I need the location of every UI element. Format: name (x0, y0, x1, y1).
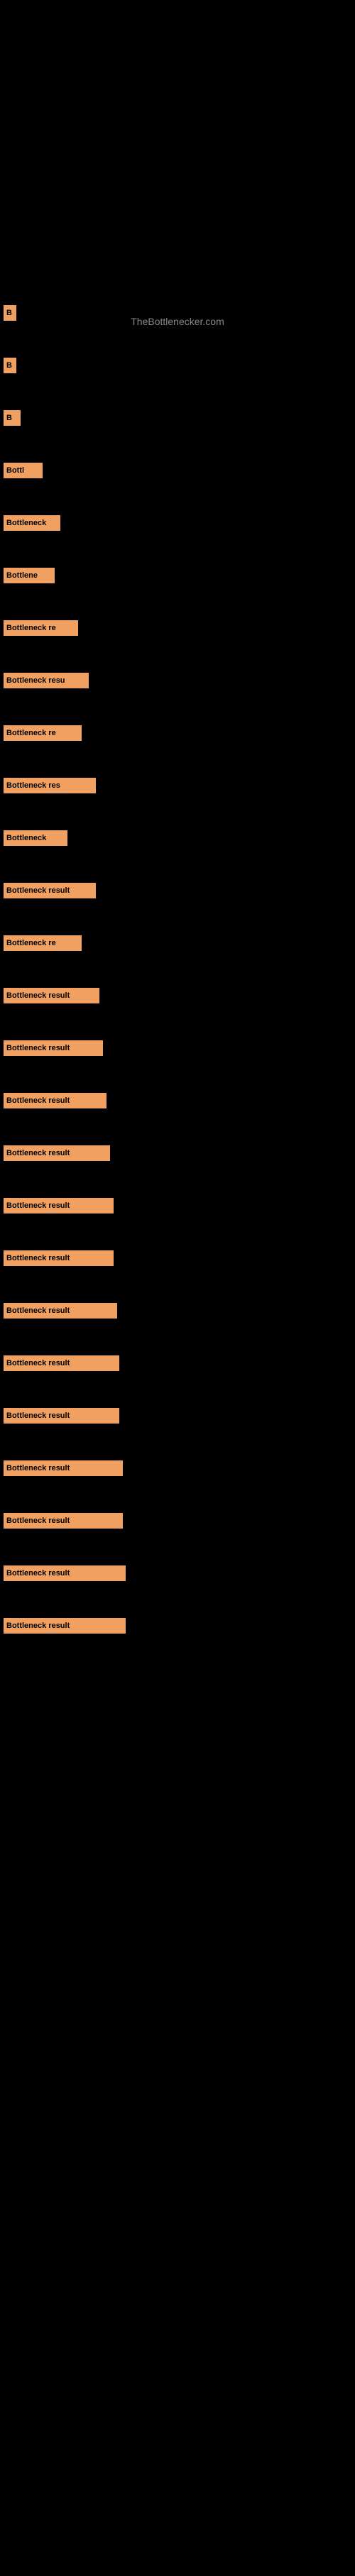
bar-3: B (4, 410, 21, 426)
bar-row: Bottleneck result (4, 1145, 355, 1161)
site-title: TheBottlenecker.com (0, 309, 355, 334)
bar-label-14: Bottleneck result (6, 991, 70, 1000)
bar-label-16: Bottleneck result (6, 1096, 70, 1105)
bar-label-22: Bottleneck result (6, 1411, 70, 1420)
bar-row: B (4, 358, 355, 373)
bar-label-7: Bottleneck re (6, 624, 56, 632)
bar-12: Bottleneck result (4, 883, 96, 898)
bar-18: Bottleneck result (4, 1198, 114, 1213)
bar-row: Bottleneck res (4, 778, 355, 793)
bar-row: Bottleneck result (4, 1618, 355, 1634)
bar-11: Bottleneck (4, 830, 67, 846)
bar-6: Bottlene (4, 568, 55, 583)
bar-16: Bottleneck result (4, 1093, 106, 1108)
bar-7: Bottleneck re (4, 620, 78, 636)
bar-row: Bottleneck resu (4, 673, 355, 688)
bar-label-21: Bottleneck result (6, 1359, 70, 1367)
bar-10: Bottleneck res (4, 778, 96, 793)
bar-label-24: Bottleneck result (6, 1517, 70, 1525)
bar-row: Bottleneck re (4, 725, 355, 741)
bar-22: Bottleneck result (4, 1408, 119, 1424)
bar-row: Bottleneck result (4, 1408, 355, 1424)
bar-20: Bottleneck result (4, 1303, 117, 1319)
bar-row: Bottleneck re (4, 620, 355, 636)
bar-row: Bottleneck result (4, 1198, 355, 1213)
bar-label-5: Bottleneck (6, 519, 46, 527)
bar-label-18: Bottleneck result (6, 1201, 70, 1210)
bar-row: Bottleneck result (4, 988, 355, 1003)
bar-5: Bottleneck (4, 515, 60, 531)
bar-label-15: Bottleneck result (6, 1044, 70, 1052)
site-title-text: TheBottlenecker.com (131, 316, 224, 327)
bar-label-17: Bottleneck result (6, 1149, 70, 1157)
bar-label-11: Bottleneck (6, 834, 46, 842)
bar-label-20: Bottleneck result (6, 1306, 70, 1315)
bar-4: Bottl (4, 463, 43, 478)
bar-14: Bottleneck result (4, 988, 99, 1003)
bar-row: Bottleneck result (4, 1303, 355, 1319)
bar-row: Bottleneck result (4, 1513, 355, 1529)
bar-row: Bottleneck (4, 515, 355, 531)
bar-15: Bottleneck result (4, 1040, 103, 1056)
bar-row: Bottl (4, 463, 355, 478)
bar-row: Bottleneck result (4, 1093, 355, 1108)
bar-row: B (4, 410, 355, 426)
bar-label-6: Bottlene (6, 571, 38, 580)
bar-label-9: Bottleneck re (6, 729, 56, 737)
bar-25: Bottleneck result (4, 1565, 126, 1581)
bar-label-13: Bottleneck re (6, 939, 56, 947)
bar-label-23: Bottleneck result (6, 1464, 70, 1473)
bar-8: Bottleneck resu (4, 673, 89, 688)
bar-9: Bottleneck re (4, 725, 82, 741)
bar-row: Bottleneck re (4, 935, 355, 951)
bar-label-10: Bottleneck res (6, 781, 60, 790)
bar-row: Bottleneck result (4, 1355, 355, 1371)
bar-24: Bottleneck result (4, 1513, 123, 1529)
bar-label-26: Bottleneck result (6, 1622, 70, 1630)
bar-label-2: B (6, 361, 12, 370)
bar-19: Bottleneck result (4, 1250, 114, 1266)
bar-label-25: Bottleneck result (6, 1569, 70, 1578)
bar-26: Bottleneck result (4, 1618, 126, 1634)
bars-container: BBBBottlBottleneckBottleneBottleneck reB… (0, 305, 355, 1634)
bar-row: Bottlene (4, 568, 355, 583)
bar-label-3: B (6, 414, 12, 422)
bar-label-12: Bottleneck result (6, 886, 70, 895)
bar-17: Bottleneck result (4, 1145, 110, 1161)
bar-23: Bottleneck result (4, 1460, 123, 1476)
bar-row: Bottleneck result (4, 1040, 355, 1056)
bar-2: B (4, 358, 16, 373)
bar-label-4: Bottl (6, 466, 24, 475)
bar-row: Bottleneck result (4, 1565, 355, 1581)
bar-row: Bottleneck result (4, 1250, 355, 1266)
bar-row: Bottleneck result (4, 883, 355, 898)
bar-row: Bottleneck result (4, 1460, 355, 1476)
bar-row: Bottleneck (4, 830, 355, 846)
bar-label-8: Bottleneck resu (6, 676, 65, 685)
bar-13: Bottleneck re (4, 935, 82, 951)
bar-21: Bottleneck result (4, 1355, 119, 1371)
bar-label-19: Bottleneck result (6, 1254, 70, 1262)
